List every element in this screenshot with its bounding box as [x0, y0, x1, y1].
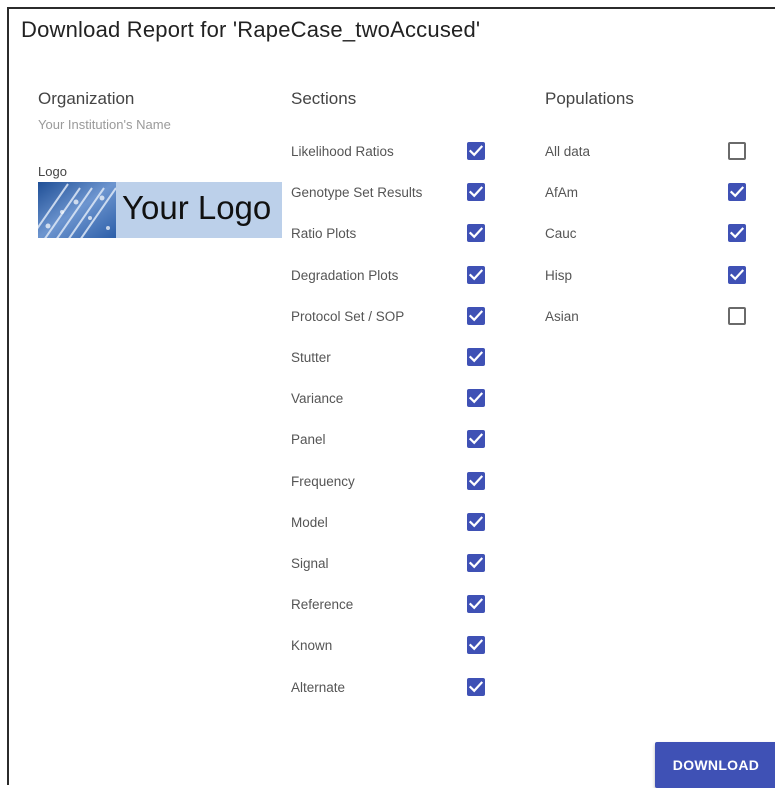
sections-row-likelihood-ratios: Likelihood Ratios [291, 139, 487, 167]
sections-heading: Sections [291, 89, 357, 108]
populations-row-cauc: Cauc [545, 221, 748, 249]
populations-checkbox-afam[interactable] [728, 183, 746, 202]
sections-checkbox-model[interactable] [467, 512, 485, 531]
populations-checkbox-hisp[interactable] [728, 265, 746, 284]
checkmark-icon [469, 227, 483, 239]
sections-row-model: Model [291, 510, 487, 538]
checkmark-icon [469, 145, 483, 157]
checkmark-icon [469, 639, 483, 651]
populations-label: AfAm [545, 185, 579, 201]
populations-checkbox-all-data[interactable] [728, 142, 746, 160]
sections-row-signal: Signal [291, 551, 487, 579]
sections-checkbox-panel[interactable] [467, 430, 485, 449]
sections-row-protocol-set-sop: Protocol Set / SOP [291, 304, 487, 332]
sections-label: Stutter [291, 350, 331, 365]
populations-checkbox-asian[interactable] [728, 306, 746, 325]
organization-heading: Organization [38, 89, 135, 108]
sections-row-frequency: Frequency [291, 469, 487, 497]
sections-label: Signal [291, 556, 329, 571]
populations-row-all-data: All data [545, 139, 748, 167]
sections-row-genotype-set-results: Genotype Set Results [291, 180, 487, 208]
sections-label: Ratio Plots [291, 226, 357, 242]
sections-row-known: Known [291, 633, 487, 661]
logo-image[interactable]: Your Logo [38, 182, 282, 238]
sections-checkbox-variance[interactable] [467, 389, 485, 408]
sections-label: Frequency [291, 473, 355, 489]
sections-row-variance: Variance [291, 386, 487, 414]
sections-checkbox-known[interactable] [467, 636, 485, 655]
checkmark-icon [469, 516, 483, 528]
sections-label: Known [291, 638, 333, 654]
checkmark-icon [469, 310, 483, 322]
sections-label: Likelihood Ratios [291, 144, 394, 159]
checkmark-icon [469, 474, 483, 486]
checkmark-icon [469, 680, 483, 692]
populations-label: All data [545, 144, 591, 159]
checkmark-icon [469, 351, 483, 363]
checkmark-icon [730, 186, 744, 198]
populations-row-hisp: Hisp [545, 263, 748, 291]
populations-row-asian: Asian [545, 304, 748, 332]
logo-placeholder-text: Your Logo [122, 189, 272, 226]
populations-label: Asian [545, 308, 579, 324]
sections-row-stutter: Stutter [291, 345, 487, 373]
sections-checkbox-degradation-plots[interactable] [467, 265, 485, 284]
populations-row-afam: AfAm [545, 180, 748, 208]
sections-checkbox-genotype-set-results[interactable] [467, 183, 485, 202]
sections-checkbox-protocol-set-sop[interactable] [467, 306, 485, 325]
sections-checkbox-frequency[interactable] [467, 471, 485, 490]
checkmark-icon [469, 557, 483, 569]
sections-checkbox-alternate[interactable] [467, 677, 485, 696]
dialog-title: Download Report for 'RapeCase_twoAccused… [21, 17, 481, 42]
populations-label: Hisp [545, 267, 573, 283]
sections-label: Model [291, 514, 328, 530]
populations-heading: Populations [545, 89, 634, 108]
populations-label: Cauc [545, 226, 577, 242]
sections-checkbox-stutter[interactable] [467, 348, 485, 366]
sections-label: Alternate [291, 679, 346, 695]
sections-label: Genotype Set Results [291, 185, 423, 201]
sections-row-degradation-plots: Degradation Plots [291, 263, 487, 291]
sections-checkbox-reference[interactable] [467, 595, 485, 614]
sections-row-alternate: Alternate [291, 675, 487, 703]
download-button[interactable]: DOWNLOAD [655, 742, 775, 788]
sections-checkbox-ratio-plots[interactable] [467, 224, 485, 243]
logo-pattern-icon [38, 182, 116, 238]
sections-label: Degradation Plots [291, 267, 399, 283]
checkmark-icon [730, 227, 744, 239]
sections-label: Variance [291, 391, 344, 407]
logo-label: Logo [38, 164, 67, 179]
checkmark-icon [469, 598, 483, 610]
sections-label: Reference [291, 597, 354, 613]
institution-name-placeholder[interactable]: Your Institution's Name [38, 117, 171, 132]
sections-row-ratio-plots: Ratio Plots [291, 221, 487, 249]
download-report-dialog: Download Report for 'RapeCase_twoAccused… [7, 7, 775, 788]
sections-label: Protocol Set / SOP [291, 308, 405, 324]
checkmark-icon [469, 392, 483, 404]
checkmark-icon [469, 186, 483, 198]
populations-checkbox-cauc[interactable] [728, 224, 746, 243]
sections-label: Panel [291, 432, 326, 448]
sections-checkbox-likelihood-ratios[interactable] [467, 142, 485, 160]
sections-row-panel: Panel [291, 427, 487, 455]
checkmark-icon [469, 268, 483, 280]
sections-row-reference: Reference [291, 592, 487, 620]
checkmark-icon [730, 268, 744, 280]
checkmark-icon [469, 433, 483, 445]
sections-checkbox-signal[interactable] [467, 554, 485, 572]
